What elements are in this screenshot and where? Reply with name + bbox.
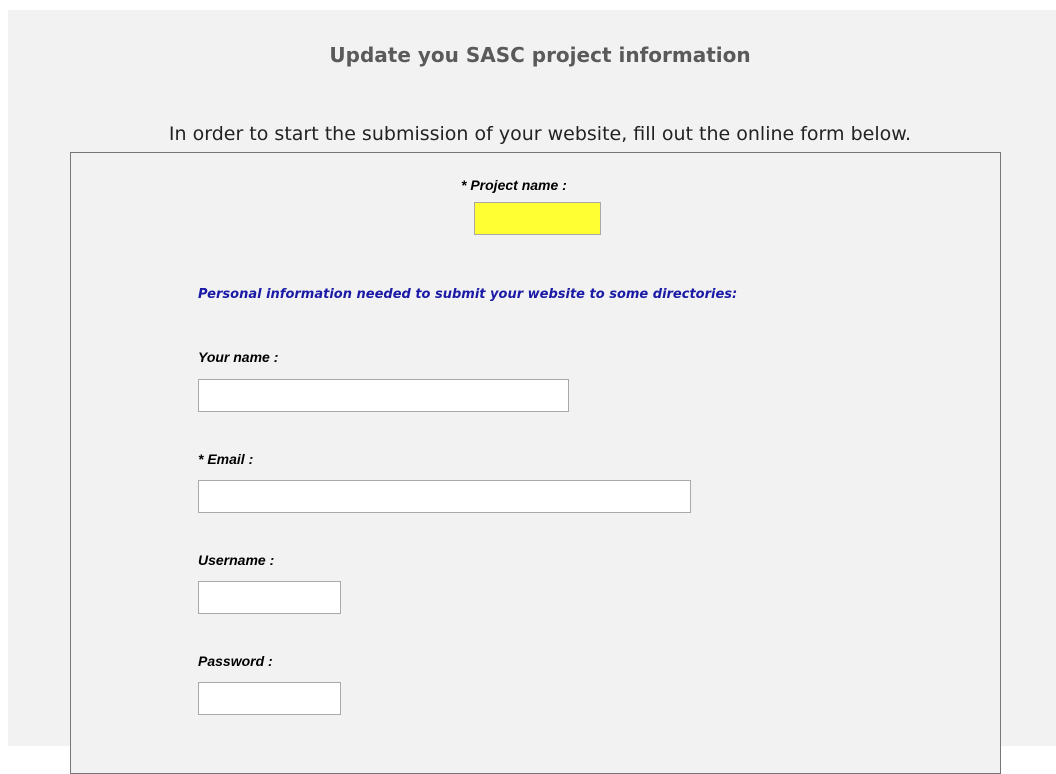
your-name-input[interactable]	[198, 379, 569, 412]
submission-form: * Project name : Personal information ne…	[70, 152, 1001, 774]
intro-text: In order to start the submission of your…	[168, 123, 912, 145]
password-input[interactable]	[198, 682, 341, 715]
username-input[interactable]	[198, 581, 341, 614]
your-name-label: Your name :	[198, 349, 279, 365]
email-label: * Email :	[198, 451, 254, 467]
project-name-label: * Project name :	[461, 177, 567, 193]
personal-info-note: Personal information needed to submit yo…	[198, 287, 738, 302]
username-label: Username :	[198, 552, 275, 568]
email-input[interactable]	[198, 480, 691, 513]
project-name-input[interactable]	[474, 202, 601, 235]
page-title: Update you SASC project information	[329, 43, 751, 67]
password-label: Password :	[198, 653, 273, 669]
page-background: Update you SASC project information In o…	[8, 10, 1056, 774]
